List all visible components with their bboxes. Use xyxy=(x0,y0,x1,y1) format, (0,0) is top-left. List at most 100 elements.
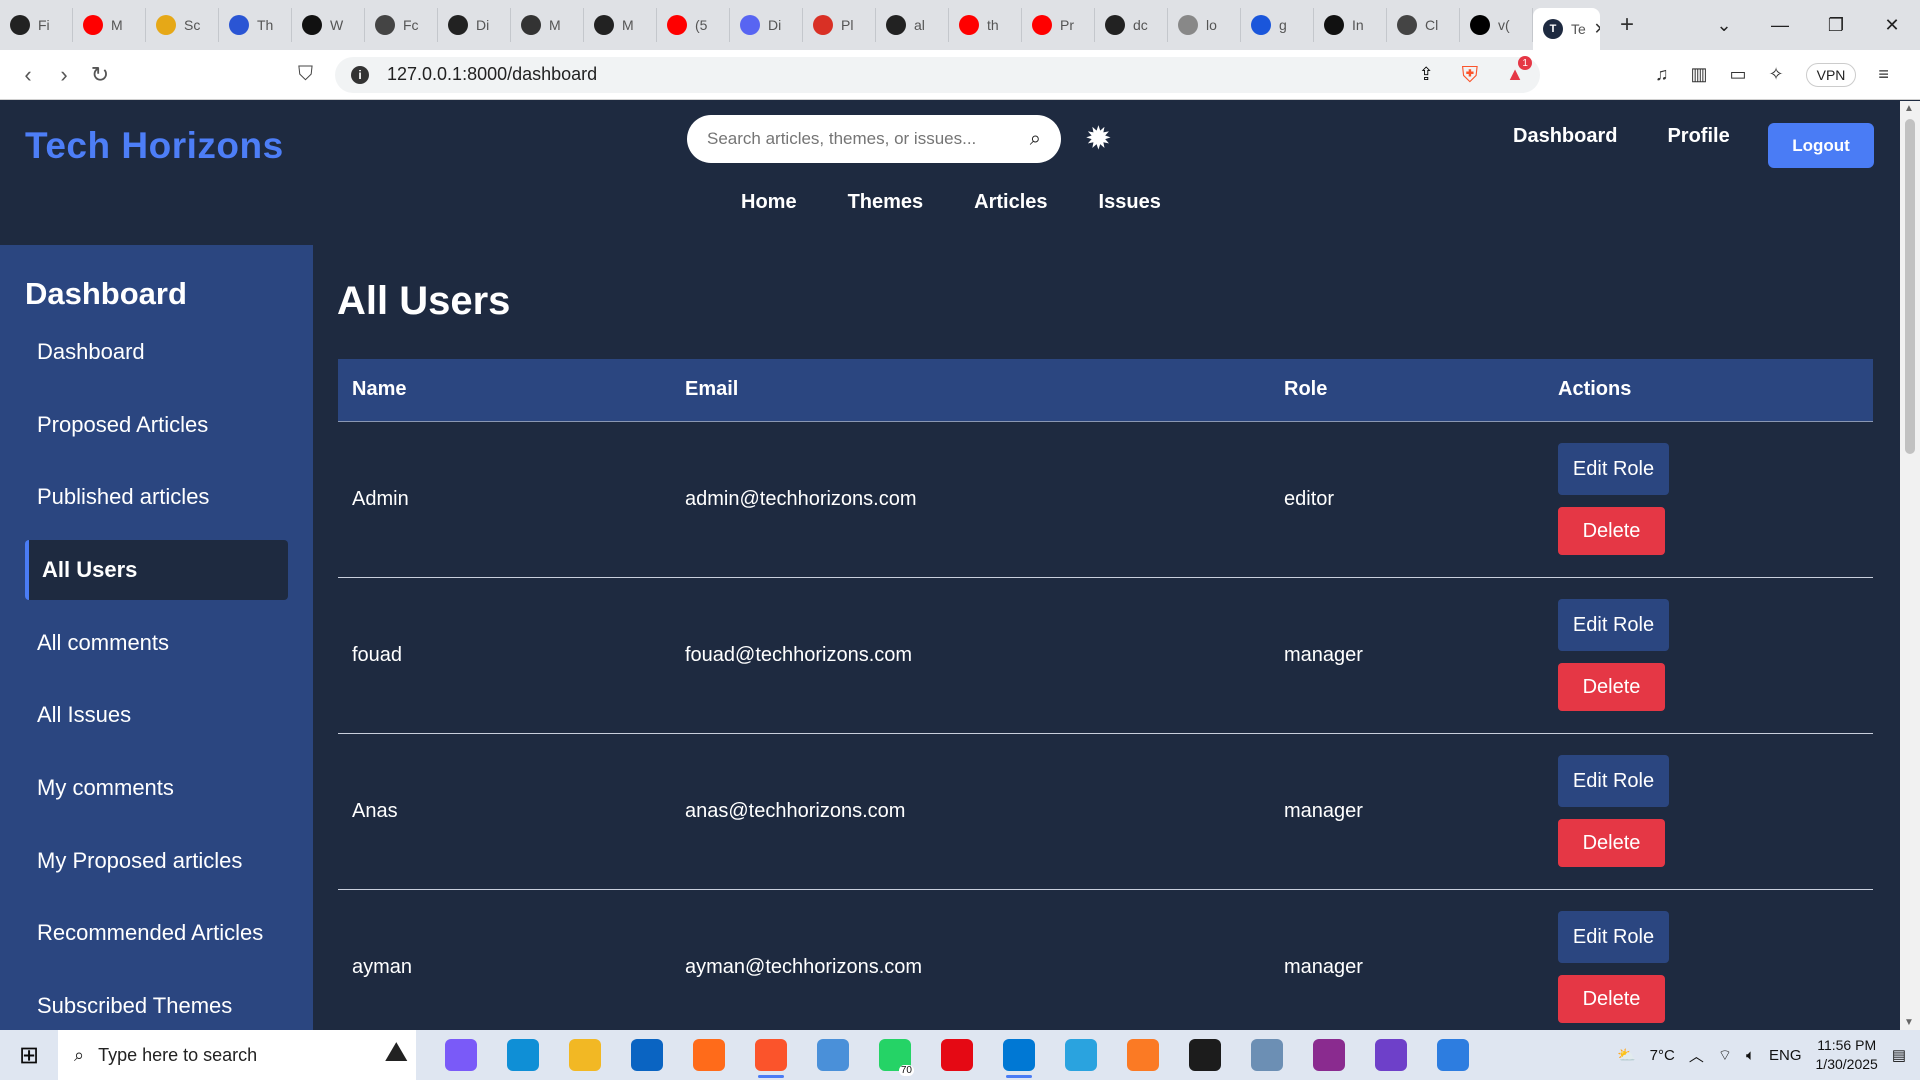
browser-tab[interactable]: Pl xyxy=(803,8,876,42)
sidebar-item-recommended-articles[interactable]: Recommended Articles xyxy=(25,903,288,963)
netflix-icon[interactable] xyxy=(926,1030,988,1080)
edit-role-button[interactable]: Edit Role xyxy=(1558,755,1669,807)
logout-button[interactable]: Logout xyxy=(1768,123,1874,168)
vscode-icon[interactable] xyxy=(988,1030,1050,1080)
theme-toggle-sun-icon[interactable]: ✹ xyxy=(1085,119,1112,157)
browser-tab[interactable]: th xyxy=(949,8,1022,42)
vpn-button[interactable]: VPN xyxy=(1805,62,1857,87)
browser-tab[interactable]: Cl xyxy=(1387,8,1460,42)
image-viewer-icon[interactable] xyxy=(1236,1030,1298,1080)
github-desktop-icon[interactable] xyxy=(1360,1030,1422,1080)
delete-user-button[interactable]: Delete xyxy=(1558,507,1665,555)
windows-start-icon[interactable]: ⊞ xyxy=(0,1041,58,1070)
browser-tab[interactable]: Fc xyxy=(365,8,438,42)
language-indicator[interactable]: ENG xyxy=(1769,1047,1802,1064)
forward-icon[interactable]: › xyxy=(46,62,82,88)
sidebar-toggle-icon[interactable]: ▥ xyxy=(1691,64,1708,85)
wallet-icon[interactable]: ▭ xyxy=(1730,64,1747,85)
outlook-icon[interactable] xyxy=(616,1030,678,1080)
browser-tab[interactable]: In xyxy=(1314,8,1387,42)
sidebar-item-subscribed-themes[interactable]: Subscribed Themes xyxy=(25,976,288,1030)
dashboard-link[interactable]: Dashboard xyxy=(1513,125,1617,148)
brave-icon[interactable] xyxy=(740,1030,802,1080)
delete-user-button[interactable]: Delete xyxy=(1558,663,1665,711)
nav-home[interactable]: Home xyxy=(741,191,797,214)
sidebar-item-all-comments[interactable]: All comments xyxy=(25,613,288,673)
close-window-button[interactable]: ✕ xyxy=(1864,15,1920,36)
nav-issues[interactable]: Issues xyxy=(1099,191,1161,214)
whatsapp-icon[interactable]: 70 xyxy=(864,1030,926,1080)
sidebar-item-proposed-articles[interactable]: Proposed Articles xyxy=(25,395,288,455)
profile-link[interactable]: Profile xyxy=(1667,125,1729,148)
photos-icon[interactable] xyxy=(1422,1030,1484,1080)
qbittorrent-icon[interactable] xyxy=(802,1030,864,1080)
file-explorer-icon[interactable] xyxy=(554,1030,616,1080)
browser-tab[interactable]: M xyxy=(73,8,146,42)
site-info-icon[interactable]: i xyxy=(351,65,369,84)
sidebar-item-all-issues[interactable]: All Issues xyxy=(25,685,288,745)
browser-tab[interactable]: Di xyxy=(438,8,511,42)
firefox-icon[interactable] xyxy=(678,1030,740,1080)
delete-user-button[interactable]: Delete xyxy=(1558,975,1665,1023)
url-text[interactable]: 127.0.0.1:8000/dashboard xyxy=(387,64,597,85)
browser-tab[interactable]: Pr xyxy=(1022,8,1095,42)
site-logo[interactable]: Tech Horizons xyxy=(25,125,284,167)
leo-ai-icon[interactable]: ✧ xyxy=(1769,64,1784,85)
edit-role-button[interactable]: Edit Role xyxy=(1558,443,1669,495)
browser-tab[interactable]: lo xyxy=(1168,8,1241,42)
terminal-icon[interactable] xyxy=(1174,1030,1236,1080)
tab-search-dropdown-icon[interactable]: ⌄ xyxy=(1696,15,1752,36)
search-icon[interactable]: ⌕ xyxy=(1030,128,1041,151)
telegram-icon[interactable] xyxy=(1050,1030,1112,1080)
sidebar-item-dashboard[interactable]: Dashboard xyxy=(25,322,288,382)
bookmark-icon[interactable]: ⛉ xyxy=(298,63,313,86)
browser-tab[interactable]: dc xyxy=(1095,8,1168,42)
scroll-up-icon[interactable]: ▲ xyxy=(1904,103,1914,114)
delete-user-button[interactable]: Delete xyxy=(1558,819,1665,867)
menu-icon[interactable]: ≡ xyxy=(1878,64,1889,85)
copilot-icon[interactable] xyxy=(430,1030,492,1080)
sidebar-item-published-articles[interactable]: Published articles xyxy=(25,467,288,527)
minimize-button[interactable]: — xyxy=(1752,15,1808,36)
browser-tab[interactable]: Di xyxy=(730,8,803,42)
search-input[interactable] xyxy=(707,129,1007,149)
network-icon[interactable]: ⌔ xyxy=(1718,1046,1732,1065)
xampp-icon[interactable] xyxy=(1112,1030,1174,1080)
share-icon[interactable]: ⇪ xyxy=(1419,64,1434,85)
taskbar-search[interactable]: ⌕ Type here to search ⛰ xyxy=(58,1030,416,1080)
browser-tab[interactable]: al xyxy=(876,8,949,42)
back-icon[interactable]: ‹ xyxy=(10,62,46,88)
restore-button[interactable]: ❐ xyxy=(1808,15,1864,36)
browser-tab[interactable]: M xyxy=(511,8,584,42)
weather-temp[interactable]: 7°C xyxy=(1650,1047,1675,1064)
omnibox[interactable]: i 127.0.0.1:8000/dashboard ⇪ ⛨ ▲ 1 xyxy=(335,56,1540,93)
browser-tab[interactable]: Th xyxy=(219,8,292,42)
volume-icon[interactable]: 🔈︎ xyxy=(1746,1047,1755,1064)
taskbar-search-placeholder[interactable]: Type here to search xyxy=(98,1045,257,1066)
reload-icon[interactable]: ↻ xyxy=(82,62,118,88)
edit-role-button[interactable]: Edit Role xyxy=(1558,911,1669,963)
close-tab-icon[interactable]: ✕ xyxy=(1594,19,1600,39)
browser-tab[interactable]: v( xyxy=(1460,8,1533,42)
weather-icon[interactable]: ⛅ xyxy=(1617,1046,1636,1064)
active-tab[interactable]: T Te ✕ xyxy=(1533,8,1600,50)
scrollbar-thumb[interactable] xyxy=(1905,119,1915,454)
browser-tab[interactable]: (5 xyxy=(657,8,730,42)
browser-tab[interactable]: Fi xyxy=(0,8,73,42)
nav-themes[interactable]: Themes xyxy=(848,191,924,214)
edit-role-button[interactable]: Edit Role xyxy=(1558,599,1669,651)
edge-icon[interactable] xyxy=(492,1030,554,1080)
show-hidden-icons-icon[interactable]: ︿ xyxy=(1689,1045,1704,1066)
clock[interactable]: 11:56 PM 1/30/2025 xyxy=(1816,1036,1878,1074)
browser-tab[interactable]: g xyxy=(1241,8,1314,42)
page-scrollbar[interactable]: ▲ ▼ xyxy=(1900,101,1920,1030)
sidebar-item-all-users[interactable]: All Users xyxy=(25,540,288,600)
browser-tab[interactable]: W xyxy=(292,8,365,42)
nav-articles[interactable]: Articles xyxy=(974,191,1047,214)
sidebar-item-my-comments[interactable]: My comments xyxy=(25,758,288,818)
browser-tab[interactable]: M xyxy=(584,8,657,42)
new-tab-button[interactable]: + xyxy=(1620,11,1634,39)
winrar-icon[interactable] xyxy=(1298,1030,1360,1080)
notifications-icon[interactable]: ▤ xyxy=(1892,1046,1906,1064)
media-icon[interactable]: ♫ xyxy=(1655,64,1669,85)
